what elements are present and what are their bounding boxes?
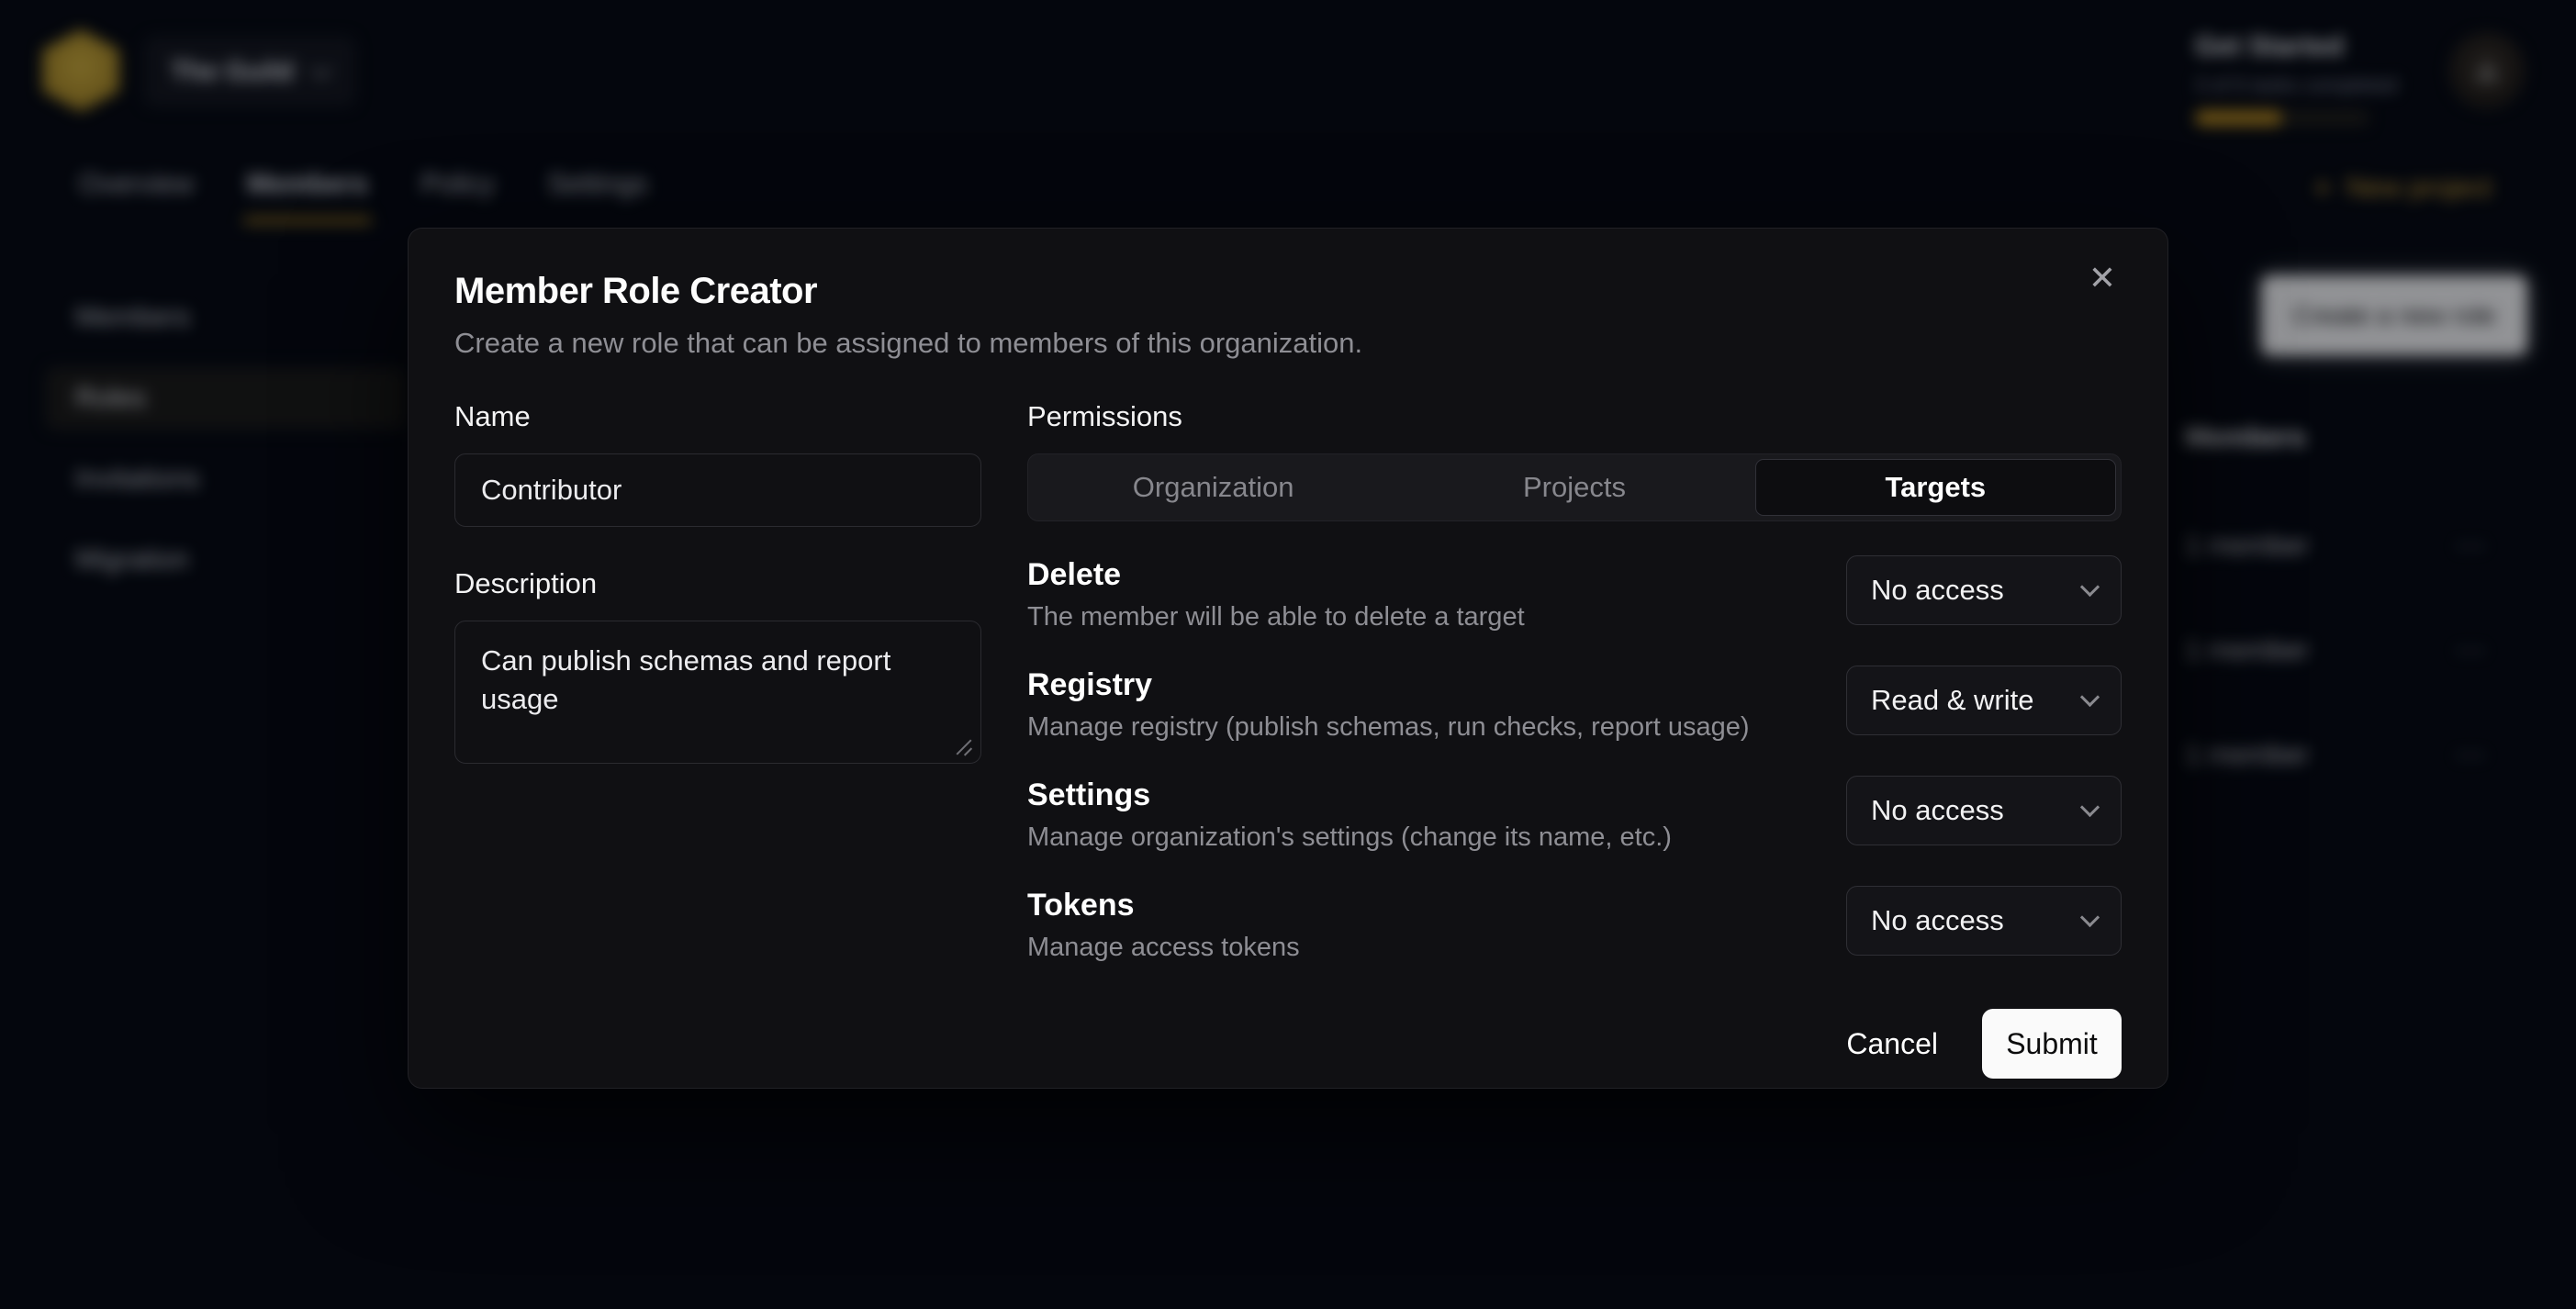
tab-targets[interactable]: Targets	[1755, 459, 2116, 516]
role-identity-column: Name Description Can publish schemas and…	[454, 400, 981, 1079]
permission-info: Settings Manage organization's settings …	[1027, 776, 1846, 853]
description-wrap: Can publish schemas and report usage	[454, 621, 981, 768]
select-value: Read & write	[1871, 684, 2033, 717]
cancel-button[interactable]: Cancel	[1846, 1027, 1938, 1061]
permissions-label: Permissions	[1027, 400, 2122, 433]
permission-row-delete: Delete The member will be able to delete…	[1027, 555, 2122, 632]
name-input[interactable]	[454, 453, 981, 527]
permission-rows: Delete The member will be able to delete…	[1027, 555, 2122, 963]
permission-title: Settings	[1027, 778, 1846, 813]
dialog-subtitle: Create a new role that can be assigned t…	[454, 327, 2122, 360]
dialog-title: Member Role Creator	[454, 271, 2122, 312]
member-role-creator-dialog: ✕ Member Role Creator Create a new role …	[408, 228, 2168, 1089]
permission-title: Tokens	[1027, 888, 1846, 923]
select-value: No access	[1871, 794, 2004, 827]
chevron-down-icon	[2080, 687, 2100, 706]
permission-description: Manage access tokens	[1027, 933, 1846, 963]
chevron-down-icon	[2080, 907, 2100, 926]
close-icon[interactable]: ✕	[2089, 262, 2116, 295]
permissions-tablist: Organization Projects Targets	[1027, 453, 2122, 521]
permission-title: Delete	[1027, 557, 1846, 593]
permission-description: Manage registry (publish schemas, run ch…	[1027, 712, 1846, 743]
select-value: No access	[1871, 574, 2004, 607]
app-root: The Guild Get Started 3 of 6 tasks compl…	[0, 0, 2576, 1309]
permission-description: The member will be able to delete a targ…	[1027, 602, 1846, 632]
description-label: Description	[454, 567, 981, 600]
chevron-down-icon	[2080, 576, 2100, 596]
permission-description: Manage organization's settings (change i…	[1027, 822, 1846, 853]
select-value: No access	[1871, 904, 2004, 937]
tokens-access-select[interactable]: No access	[1846, 886, 2122, 956]
settings-access-select[interactable]: No access	[1846, 776, 2122, 845]
description-textarea[interactable]: Can publish schemas and report usage	[454, 621, 981, 764]
permission-row-tokens: Tokens Manage access tokens No access	[1027, 886, 2122, 963]
permission-title: Registry	[1027, 667, 1846, 703]
resize-grip-icon[interactable]	[954, 737, 974, 757]
permissions-column: Permissions Organization Projects Target…	[1027, 400, 2122, 1079]
permission-info: Registry Manage registry (publish schema…	[1027, 666, 1846, 743]
registry-access-select[interactable]: Read & write	[1846, 666, 2122, 735]
submit-button[interactable]: Submit	[1982, 1009, 2122, 1079]
permission-row-settings: Settings Manage organization's settings …	[1027, 776, 2122, 853]
permission-info: Delete The member will be able to delete…	[1027, 555, 1846, 632]
dialog-content: Name Description Can publish schemas and…	[454, 400, 2122, 1079]
chevron-down-icon	[2080, 797, 2100, 816]
permission-row-registry: Registry Manage registry (publish schema…	[1027, 666, 2122, 743]
dialog-footer: Cancel Submit	[1027, 1009, 2122, 1079]
name-label: Name	[454, 400, 981, 433]
tab-organization[interactable]: Organization	[1033, 459, 1394, 516]
permission-info: Tokens Manage access tokens	[1027, 886, 1846, 963]
delete-access-select[interactable]: No access	[1846, 555, 2122, 625]
tab-projects[interactable]: Projects	[1394, 459, 1754, 516]
